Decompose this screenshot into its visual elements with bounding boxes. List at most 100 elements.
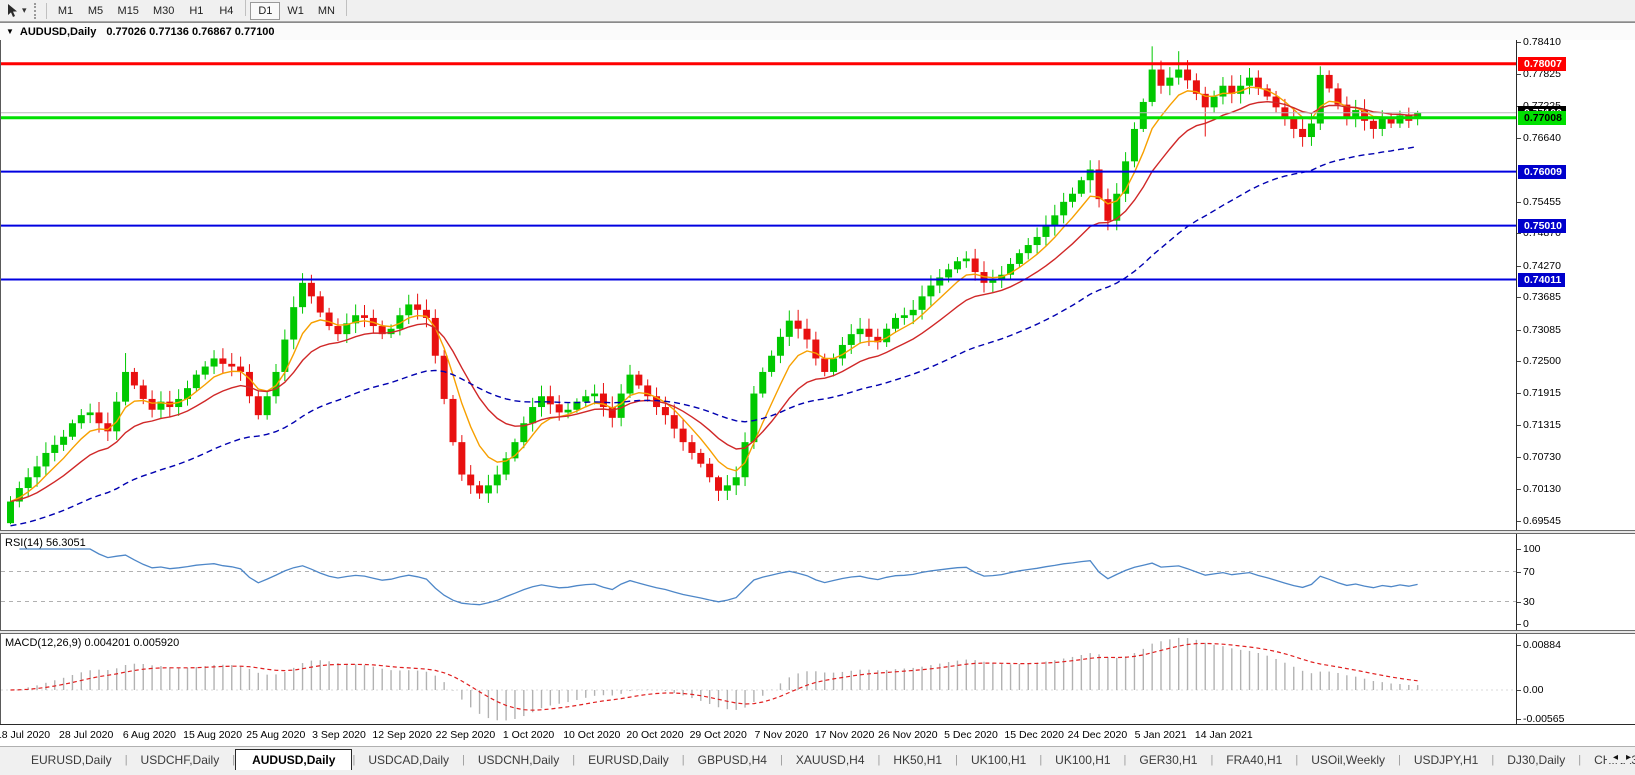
date-tick-label: 25 Aug 2020 (246, 729, 305, 741)
chart-tab-bar: EURUSD,Daily|USDCHF,Daily|AUDUSD,Daily|U… (0, 746, 1635, 772)
chart-tab-usoil-weekly[interactable]: USOil,Weekly (1298, 750, 1398, 770)
axis-tick (1517, 425, 1521, 426)
chart-tab-uk100-h1[interactable]: UK100,H1 (958, 750, 1039, 770)
date-tick-label: 12 Sep 2020 (372, 729, 432, 741)
chart-title-bar: ▼ AUDUSD,Daily 0.77026 0.77136 0.76867 0… (0, 22, 1635, 40)
price-line-badge-078007: 0.78007 (1518, 57, 1566, 71)
timeframe-button-m5[interactable]: M5 (81, 2, 111, 20)
toolbar-divider (245, 0, 246, 16)
chart-tab-usdcad-daily[interactable]: USDCAD,Daily (355, 750, 462, 770)
price-tick-label: 0.76640 (1523, 132, 1561, 144)
date-axis[interactable]: 18 Jul 2020 28 Jul 2020 6 Aug 2020 15 Aug 2… (0, 724, 1635, 746)
rsi-plot[interactable] (0, 534, 1516, 630)
price-tick-label: 0.69545 (1523, 515, 1561, 527)
axis-tick (1517, 74, 1521, 75)
chart-tab-eurusd-daily[interactable]: EURUSD,Daily (575, 750, 682, 770)
date-tick-label: 14 Jan 2021 (1195, 729, 1253, 741)
axis-tick (1517, 719, 1521, 720)
date-tick-label: 3 Sep 2020 (312, 729, 366, 741)
axis-tick (1517, 602, 1521, 603)
crosshair-cursor-icon[interactable] (4, 2, 22, 20)
price-tick-label: 0.71315 (1523, 419, 1561, 431)
macd-plot[interactable] (0, 634, 1516, 724)
timeframe-button-w1[interactable]: W1 (280, 2, 311, 20)
chart-tab-hk50-h1[interactable]: HK50,H1 (880, 750, 955, 770)
chart-tab-audusd-daily[interactable]: AUDUSD,Daily (235, 749, 352, 770)
price-line-badge-075010: 0.75010 (1518, 219, 1566, 233)
chart-tab-xauusd-h4[interactable]: XAUUSD,H4 (783, 750, 878, 770)
axis-tick (1517, 645, 1521, 646)
date-tick-label: 6 Aug 2020 (123, 729, 176, 741)
date-tick-label: 15 Dec 2020 (1004, 729, 1064, 741)
timeframe-button-d1[interactable]: D1 (250, 2, 280, 20)
candlestick-plot[interactable] (0, 40, 1516, 530)
axis-tick (1517, 624, 1521, 625)
date-tick-label: 28 Jul 2020 (59, 729, 113, 741)
date-tick-label: 24 Dec 2020 (1068, 729, 1128, 741)
tab-scroll-right-button[interactable]: ▸ (1626, 752, 1631, 763)
axis-tick (1517, 690, 1521, 691)
date-tick-label: 18 Jul 2020 (0, 729, 50, 741)
macd-tick-label: -0.00565 (1523, 713, 1564, 725)
timeframe-button-h1[interactable]: H1 (181, 2, 211, 20)
chart-tab-usdcnh-daily[interactable]: USDCNH,Daily (465, 750, 572, 770)
rsi-indicator-pane: RSI(14) 56.3051 10070300 (0, 534, 1635, 630)
chart-tab-dj30-daily[interactable]: DJ30,Daily (1494, 750, 1578, 770)
axis-tick (1517, 521, 1521, 522)
tab-scroll-left-button[interactable]: ◂ (1613, 752, 1618, 763)
collapse-chart-icon[interactable]: ▼ (6, 27, 14, 36)
chart-tab-gbpusd-h4[interactable]: GBPUSD,H4 (685, 750, 780, 770)
timeframe-group: D1W1MN (250, 0, 342, 22)
timeframe-button-h4[interactable]: H4 (211, 2, 241, 20)
macd-axis[interactable]: 0.008840.00-0.00565 (1516, 634, 1635, 724)
axis-tick (1517, 138, 1521, 139)
macd-label: MACD(12,26,9) 0.004201 0.005920 (5, 637, 179, 649)
date-tick-label: 15 Aug 2020 (183, 729, 242, 741)
toolbar-divider (46, 3, 47, 19)
chart-tab-usdjpy-h1[interactable]: USDJPY,H1 (1401, 750, 1491, 770)
toolbar-divider (346, 0, 347, 16)
axis-tick (1517, 549, 1521, 550)
price-tick-label: 0.72500 (1523, 355, 1561, 367)
macd-tick-label: 0.00 (1523, 684, 1543, 696)
price-axis[interactable]: 0.784100.778250.772250.766400.754550.748… (1516, 40, 1635, 530)
chart-ohlc-readout: 0.77026 0.77136 0.76867 0.77100 (106, 26, 274, 38)
price-tick-label: 0.78410 (1523, 36, 1561, 48)
macd-indicator-pane: MACD(12,26,9) 0.004201 0.005920 0.008840… (0, 634, 1635, 724)
date-tick-label: 29 Oct 2020 (690, 729, 747, 741)
axis-tick (1517, 266, 1521, 267)
chart-tab-fra40-h1[interactable]: FRA40,H1 (1213, 750, 1295, 770)
price-line-badge-074011: 0.74011 (1518, 273, 1565, 287)
timeframe-button-mn[interactable]: MN (311, 2, 342, 20)
axis-tick (1517, 202, 1521, 203)
rsi-tick-label: 100 (1523, 543, 1541, 555)
date-tick-label: 26 Nov 2020 (878, 729, 938, 741)
rsi-tick-label: 0 (1523, 618, 1529, 630)
timeframe-button-m30[interactable]: M30 (146, 2, 181, 20)
price-tick-label: 0.74270 (1523, 260, 1561, 272)
rsi-tick-label: 30 (1523, 596, 1535, 608)
chart-symbol-title: AUDUSD,Daily (20, 26, 96, 38)
trading-terminal-window: { "toolbar": { "cursor_icon": "crosshair… (0, 0, 1635, 775)
timeframe-button-m1[interactable]: M1 (51, 2, 81, 20)
rsi-tick-label: 70 (1523, 566, 1535, 578)
main-chart-pane: 0.784100.778250.772250.766400.754550.748… (0, 40, 1635, 530)
chart-tab-eurusd-daily[interactable]: EURUSD,Daily (18, 750, 125, 770)
timeframe-buttons: M1M5M15M30H1H4 D1W1MN (51, 0, 351, 22)
axis-tick (1517, 330, 1521, 331)
price-tick-label: 0.73685 (1523, 291, 1561, 303)
timeframe-group: M1M5M15M30H1H4 (51, 0, 242, 22)
chart-tab-usdchf-daily[interactable]: USDCHF,Daily (128, 750, 233, 770)
price-line-badge-076009: 0.76009 (1518, 165, 1566, 179)
chevron-down-icon[interactable]: ▾ (22, 5, 27, 16)
chart-tab-uk100-h1[interactable]: UK100,H1 (1042, 750, 1123, 770)
toolbar-grip-handle[interactable] (34, 3, 36, 19)
chart-tab-ger30-h1[interactable]: GER30,H1 (1126, 750, 1210, 770)
timeframe-button-m15[interactable]: M15 (111, 2, 146, 20)
date-tick-label: 7 Nov 2020 (755, 729, 809, 741)
date-tick-label: 22 Sep 2020 (436, 729, 496, 741)
axis-tick (1517, 393, 1521, 394)
date-tick-label: 10 Oct 2020 (563, 729, 620, 741)
axis-tick (1517, 42, 1521, 43)
rsi-axis[interactable]: 100 70 30 0 (1516, 534, 1635, 630)
